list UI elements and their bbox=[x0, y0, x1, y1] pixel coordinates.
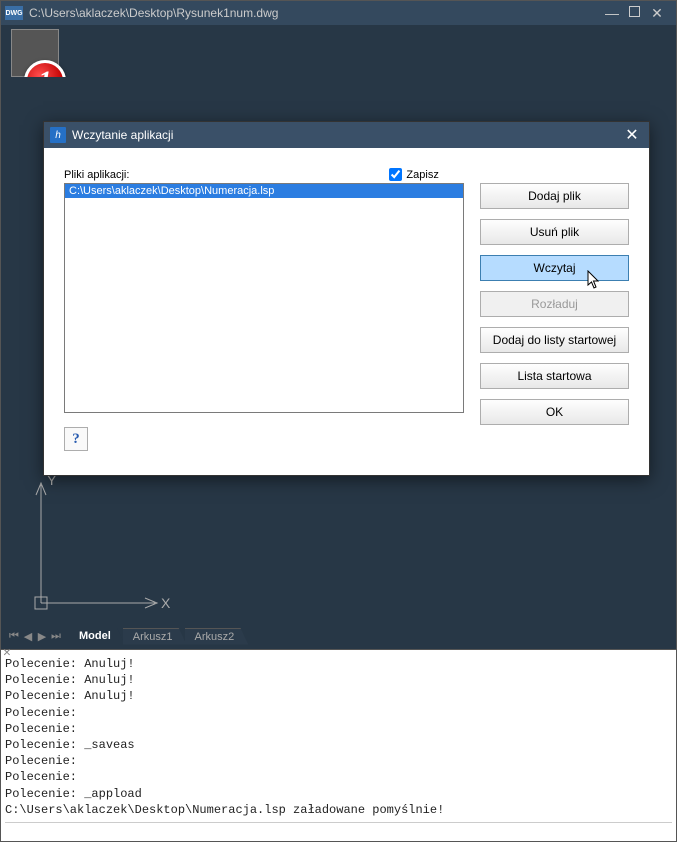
ok-button[interactable]: OK bbox=[480, 399, 629, 425]
save-checkbox-label: Zapisz bbox=[406, 169, 438, 181]
add-to-startup-button[interactable]: Dodaj do listy startowej bbox=[480, 327, 629, 353]
tab-sheet1[interactable]: Arkusz1 bbox=[123, 628, 187, 645]
tab-nav-prev[interactable]: ◀ bbox=[21, 629, 35, 643]
console-divider bbox=[5, 822, 672, 823]
save-checkbox[interactable] bbox=[389, 168, 402, 181]
dialog-titlebar: h Wczytanie aplikacji ✕ bbox=[44, 122, 649, 148]
tab-nav-last[interactable]: ⏭ bbox=[49, 629, 63, 643]
console-line: Polecenie: bbox=[5, 721, 672, 737]
console-line: Polecenie: _saveas bbox=[5, 737, 672, 753]
console-line: Polecenie: _appload bbox=[5, 786, 672, 802]
files-label: Pliki aplikacji: bbox=[64, 169, 129, 181]
tab-sheet2[interactable]: Arkusz2 bbox=[185, 628, 249, 645]
add-file-button[interactable]: Dodaj plik bbox=[480, 183, 629, 209]
save-checkbox-group: Zapisz bbox=[389, 168, 438, 181]
main-window: DWG C:\Users\aklaczek\Desktop\Rysunek1nu… bbox=[0, 0, 677, 650]
dialog-close-button[interactable]: ✕ bbox=[621, 124, 643, 146]
unload-button: Rozładuj bbox=[480, 291, 629, 317]
file-list-item[interactable]: C:\Users\aklaczek\Desktop\Numeracja.lsp bbox=[65, 184, 463, 198]
load-button[interactable]: Wczytaj bbox=[480, 255, 629, 281]
help-button[interactable]: ? bbox=[64, 427, 88, 451]
tab-model[interactable]: Model bbox=[69, 628, 125, 644]
startup-list-button[interactable]: Lista startowa bbox=[480, 363, 629, 389]
dialog-title: Wczytanie aplikacji bbox=[72, 128, 621, 142]
titlebar: DWG C:\Users\aklaczek\Desktop\Rysunek1nu… bbox=[1, 1, 676, 25]
layout-tabbar: ⏮ ◀ ▶ ⏭ Model Arkusz1 Arkusz2 bbox=[7, 626, 670, 646]
console-line: Polecenie: Anuluj! bbox=[5, 672, 672, 688]
tab-nav-first[interactable]: ⏮ bbox=[7, 629, 21, 643]
x-axis-label: X bbox=[161, 595, 171, 611]
console-line: Polecenie: Anuluj! bbox=[5, 656, 672, 672]
window-controls: — ✕ bbox=[603, 4, 666, 22]
application-file-list[interactable]: C:\Users\aklaczek\Desktop\Numeracja.lsp bbox=[64, 183, 464, 413]
console-line: Polecenie: Anuluj! bbox=[5, 688, 672, 704]
console-line: Polecenie: bbox=[5, 705, 672, 721]
minimize-button[interactable]: — bbox=[603, 4, 621, 22]
tab-nav-next[interactable]: ▶ bbox=[35, 629, 49, 643]
command-console[interactable]: ✕ Polecenie: Anuluj! Polecenie: Anuluj! … bbox=[0, 650, 677, 842]
dialog-body: Pliki aplikacji: Zapisz C:\Users\aklacze… bbox=[44, 148, 649, 475]
console-line: C:\Users\aklaczek\Desktop\Numeracja.lsp … bbox=[5, 802, 672, 818]
console-line: Polecenie: bbox=[5, 753, 672, 769]
window-title: C:\Users\aklaczek\Desktop\Rysunek1num.dw… bbox=[29, 6, 603, 20]
console-marker-icon: ✕ bbox=[3, 644, 11, 662]
close-button[interactable]: ✕ bbox=[648, 4, 666, 22]
dialog-app-icon: h bbox=[50, 127, 66, 143]
annotation-marker-frame: 1 bbox=[11, 29, 59, 77]
load-application-dialog: h Wczytanie aplikacji ✕ Pliki aplikacji:… bbox=[43, 121, 650, 476]
ucs-axes: Y X bbox=[33, 473, 173, 613]
console-line: Polecenie: bbox=[5, 769, 672, 785]
maximize-button[interactable] bbox=[629, 6, 640, 17]
remove-file-button[interactable]: Usuń plik bbox=[480, 219, 629, 245]
dwg-file-icon: DWG bbox=[5, 6, 23, 20]
